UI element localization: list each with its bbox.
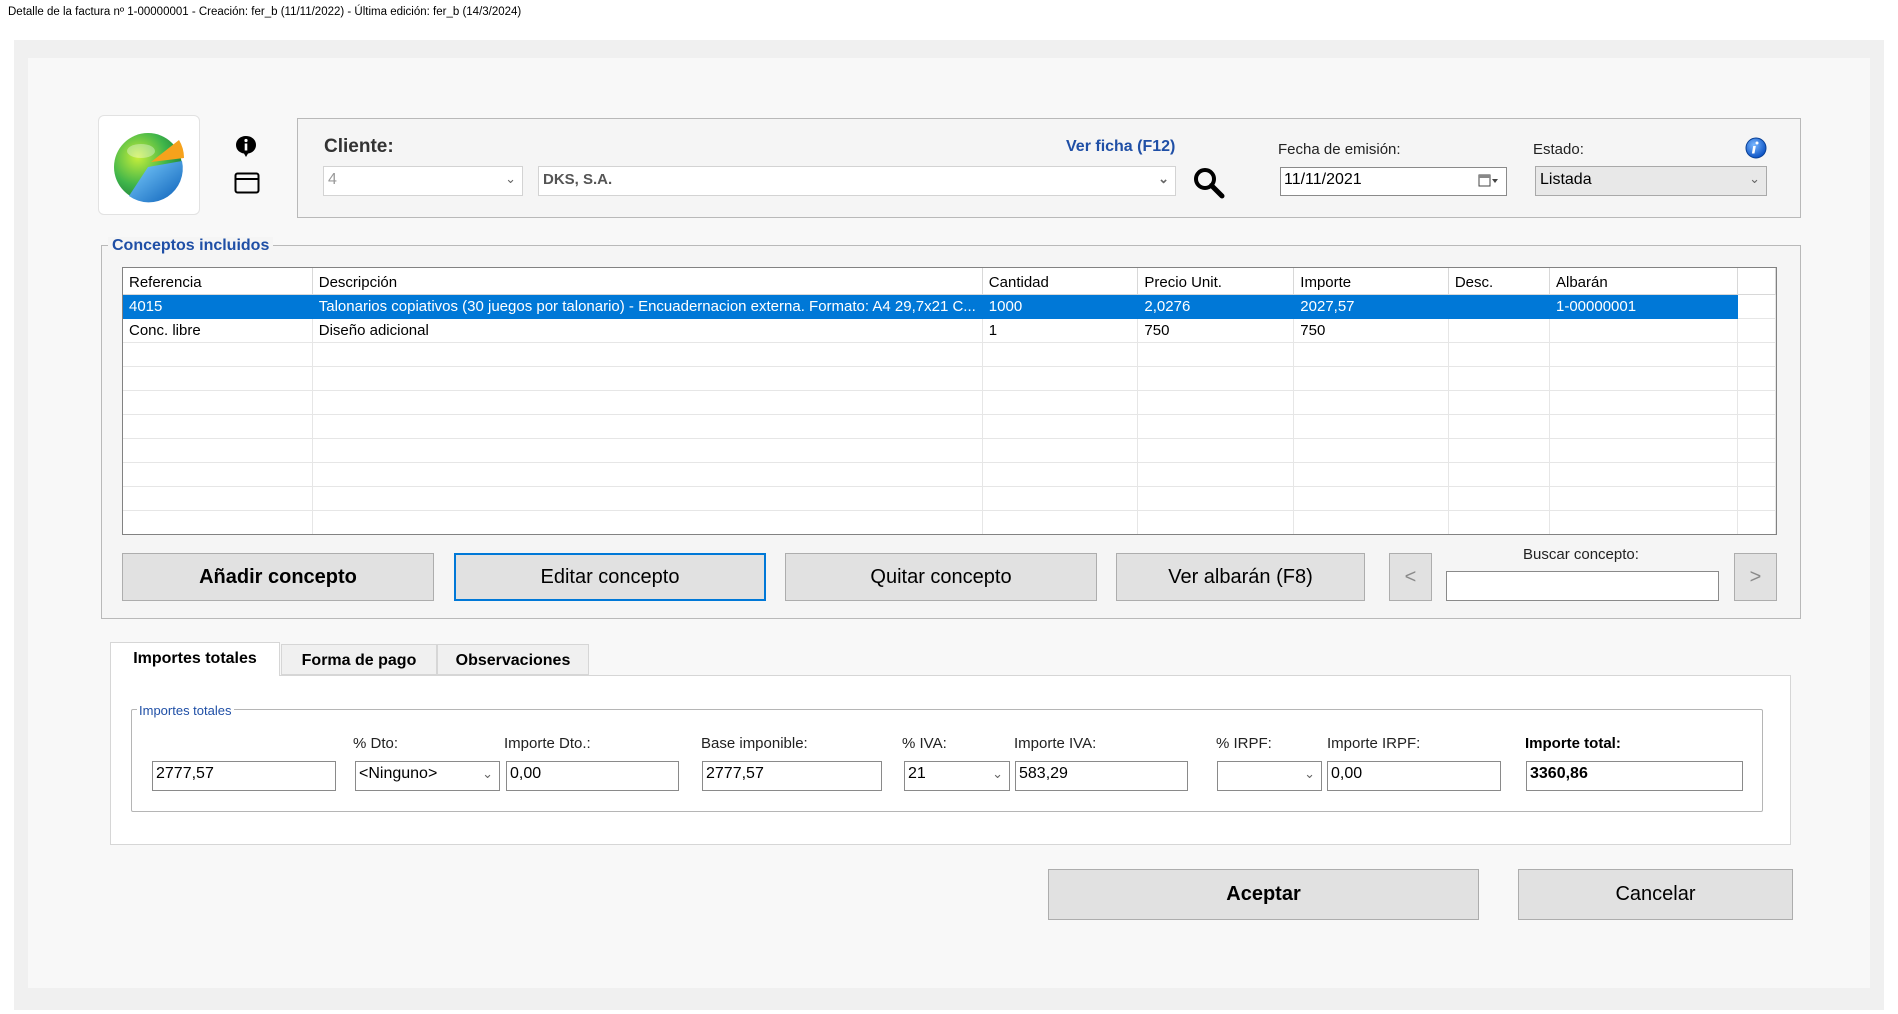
estado-value: Listada xyxy=(1540,171,1592,188)
iva-pct-value: 21 xyxy=(908,765,926,782)
column-header-desc[interactable]: Desc. xyxy=(1448,268,1550,295)
cliente-id-value: 4 xyxy=(328,171,337,188)
buscar-concepto-label: Buscar concepto: xyxy=(1523,546,1639,563)
fecha-input[interactable]: 11/11/2021 xyxy=(1280,167,1507,196)
importe-dto-label: Importe Dto.: xyxy=(504,735,591,752)
column-header-filler xyxy=(1737,268,1776,295)
app-logo-icon xyxy=(114,133,185,203)
empty-row xyxy=(123,390,1776,415)
app-logo xyxy=(98,115,200,215)
empty-row xyxy=(123,366,1776,391)
cell-filler xyxy=(1737,294,1776,319)
cell-albaran[interactable] xyxy=(1549,318,1739,343)
next-button[interactable]: > xyxy=(1734,553,1777,601)
help-info-icon[interactable] xyxy=(1745,137,1767,159)
window-title: Detalle de la factura nº 1-00000001 - Cr… xyxy=(0,0,1898,26)
conceptos-grid[interactable]: Referencia Descripción Cantidad Precio U… xyxy=(122,267,1777,535)
estado-label: Estado: xyxy=(1533,141,1584,158)
column-header-cantidad[interactable]: Cantidad xyxy=(982,268,1139,295)
importe-irpf-label: Importe IRPF: xyxy=(1327,735,1421,752)
base-imponible-label: Base imponible: xyxy=(701,735,808,752)
cell-cantidad[interactable]: 1 xyxy=(982,318,1139,343)
fecha-label: Fecha de emisión: xyxy=(1278,141,1401,158)
importes-totales-fieldset-title: Importes totales xyxy=(137,703,234,718)
column-header-descripcion[interactable]: Descripción xyxy=(312,268,983,295)
add-concept-button[interactable]: Añadir concepto xyxy=(122,553,434,601)
tab-importes-totales[interactable]: Importes totales xyxy=(110,642,280,676)
importe-total-input[interactable]: 3360,86 xyxy=(1526,761,1743,791)
iva-pct-label: % IVA: xyxy=(902,735,947,752)
importe-iva-input[interactable]: 583,29 xyxy=(1015,761,1188,791)
chevron-down-icon: ⌄ xyxy=(992,766,1003,781)
importe-dto-input[interactable]: 0,00 xyxy=(506,761,679,791)
cliente-nombre-value: DKS, S.A. xyxy=(543,171,613,188)
info-icon[interactable] xyxy=(235,135,257,157)
window-icon[interactable] xyxy=(234,172,260,194)
column-header-precio[interactable]: Precio Unit. xyxy=(1137,268,1295,295)
cell-importe[interactable]: 2027,57 xyxy=(1293,294,1449,319)
cell-precio[interactable]: 2,0276 xyxy=(1137,294,1295,319)
cell-precio[interactable]: 750 xyxy=(1137,318,1295,343)
irpf-pct-select[interactable]: ⌄ xyxy=(1217,761,1322,791)
cell-desc[interactable] xyxy=(1448,318,1550,343)
cell-cantidad[interactable]: 1000 xyxy=(982,294,1139,319)
chevron-down-icon: ⌄ xyxy=(1304,766,1315,781)
ver-ficha-link[interactable]: Ver ficha (F12) xyxy=(1066,138,1175,156)
chevron-down-icon: ⌄ xyxy=(482,766,493,781)
cell-albaran[interactable]: 1-00000001 xyxy=(1549,294,1739,319)
edit-concept-button[interactable]: Editar concepto xyxy=(454,553,766,601)
estado-select[interactable]: Listada ⌄ xyxy=(1535,166,1767,196)
cliente-label: Cliente: xyxy=(324,136,394,157)
cell-referencia[interactable]: 4015 xyxy=(123,294,313,319)
column-header-referencia[interactable]: Referencia xyxy=(123,268,313,295)
cliente-nombre-combo[interactable]: DKS, S.A. ⌄ xyxy=(538,166,1176,196)
conceptos-table: Referencia Descripción Cantidad Precio U… xyxy=(123,268,1776,534)
fecha-value: 11/11/2021 xyxy=(1284,171,1362,188)
empty-row xyxy=(123,510,1776,534)
remove-concept-button[interactable]: Quitar concepto xyxy=(785,553,1097,601)
table-row[interactable]: 4015 Talonarios copiativos (30 juegos po… xyxy=(123,294,1776,319)
cell-desc[interactable] xyxy=(1448,294,1550,319)
importe-irpf-input[interactable]: 0,00 xyxy=(1327,761,1501,791)
previous-button[interactable]: < xyxy=(1389,553,1432,601)
iva-pct-select[interactable]: 21 ⌄ xyxy=(904,761,1010,791)
cell-referencia[interactable]: Conc. libre xyxy=(123,318,313,343)
buscar-concepto-input[interactable] xyxy=(1446,571,1719,601)
tab-observaciones[interactable]: Observaciones xyxy=(437,644,589,675)
calendar-dropdown-icon[interactable] xyxy=(1478,173,1500,194)
empty-row xyxy=(123,486,1776,511)
empty-row xyxy=(123,438,1776,463)
dto-pct-select[interactable]: <Ninguno> ⌄ xyxy=(355,761,500,791)
tab-forma-de-pago[interactable]: Forma de pago xyxy=(281,644,437,675)
cell-importe[interactable]: 750 xyxy=(1293,318,1449,343)
subtotal-input[interactable]: 2777,57 xyxy=(152,761,336,791)
accept-button[interactable]: Aceptar xyxy=(1048,869,1479,920)
table-header-row: Referencia Descripción Cantidad Precio U… xyxy=(123,268,1776,295)
table-row[interactable]: Conc. libre Diseño adicional 1 750 750 xyxy=(123,318,1776,343)
empty-row xyxy=(123,414,1776,439)
cancel-button[interactable]: Cancelar xyxy=(1518,869,1793,920)
dto-pct-value: <Ninguno> xyxy=(359,765,438,782)
column-header-importe[interactable]: Importe xyxy=(1293,268,1449,295)
importe-total-label: Importe total: xyxy=(1525,735,1621,752)
chevron-down-icon: ⌄ xyxy=(1158,171,1169,186)
cell-descripcion[interactable]: Diseño adicional xyxy=(312,318,983,343)
dto-pct-label: % Dto: xyxy=(353,735,399,752)
importe-iva-label: Importe IVA: xyxy=(1014,735,1097,752)
chevron-down-icon: ⌄ xyxy=(1749,171,1760,186)
cell-filler xyxy=(1737,318,1776,343)
empty-row xyxy=(123,462,1776,487)
cliente-id-combo[interactable]: 4 ⌄ xyxy=(323,166,523,196)
conceptos-group-title: Conceptos incluidos xyxy=(108,237,274,255)
search-client-icon[interactable] xyxy=(1192,166,1226,200)
empty-row xyxy=(123,342,1776,367)
ver-albaran-button[interactable]: Ver albarán (F8) xyxy=(1116,553,1365,601)
column-header-albaran[interactable]: Albarán xyxy=(1549,268,1739,295)
chevron-down-icon: ⌄ xyxy=(505,171,516,186)
base-imponible-input[interactable]: 2777,57 xyxy=(702,761,882,791)
irpf-pct-label: % IRPF: xyxy=(1216,735,1272,752)
cell-descripcion[interactable]: Talonarios copiativos (30 juegos por tal… xyxy=(312,294,983,319)
